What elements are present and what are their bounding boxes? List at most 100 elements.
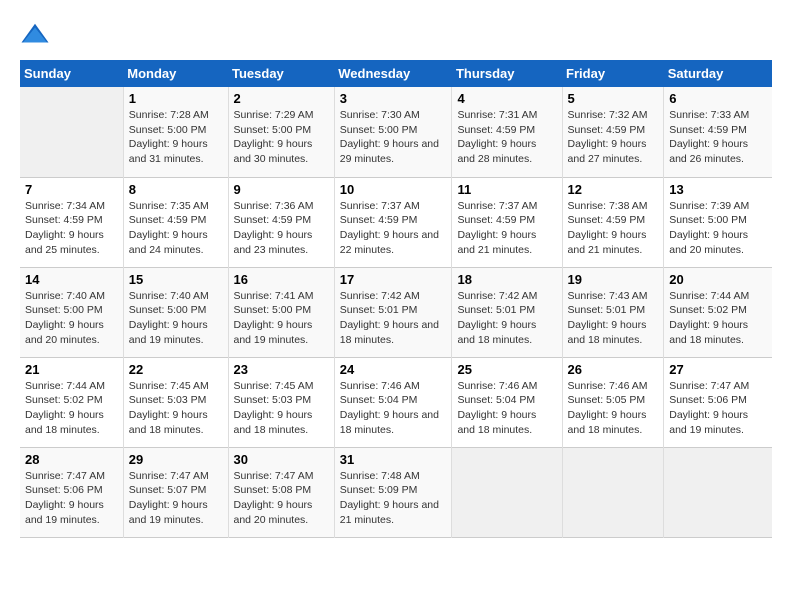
day-number: 13 (669, 182, 767, 197)
calendar-cell: 7 Sunrise: 7:34 AMSunset: 4:59 PMDaylight… (20, 177, 123, 267)
calendar-cell: 27Sunrise: 7:47 AMSunset: 5:06 PMDayligh… (664, 357, 772, 447)
weekday-header-cell: Sunday (20, 60, 123, 87)
day-info: Sunrise: 7:28 AMSunset: 5:00 PMDaylight:… (129, 108, 223, 167)
calendar-cell (20, 87, 123, 177)
calendar-cell: 6 Sunrise: 7:33 AMSunset: 4:59 PMDaylight… (664, 87, 772, 177)
day-info: Sunrise: 7:36 AMSunset: 4:59 PMDaylight:… (234, 199, 329, 258)
calendar-cell: 3 Sunrise: 7:30 AMSunset: 5:00 PMDaylight… (334, 87, 452, 177)
day-number: 29 (129, 452, 223, 467)
calendar-cell: 25Sunrise: 7:46 AMSunset: 5:04 PMDayligh… (452, 357, 562, 447)
page-header (20, 20, 772, 50)
day-number: 3 (340, 91, 447, 106)
day-info: Sunrise: 7:37 AMSunset: 4:59 PMDaylight:… (340, 199, 447, 258)
calendar-cell: 24 Sunrise: 7:46 AMSunset: 5:04 PMDayligh… (334, 357, 452, 447)
calendar-cell: 30 Sunrise: 7:47 AMSunset: 5:08 PMDayligh… (228, 447, 334, 537)
day-info: Sunrise: 7:35 AMSunset: 4:59 PMDaylight:… (129, 199, 223, 258)
weekday-header-cell: Saturday (664, 60, 772, 87)
day-number: 15 (129, 272, 223, 287)
day-number: 8 (129, 182, 223, 197)
day-info: Sunrise: 7:44 AMSunset: 5:02 PMDaylight:… (669, 289, 767, 348)
calendar-week-row: 28 Sunrise: 7:47 AMSunset: 5:06 PMDayligh… (20, 447, 772, 537)
day-number: 5 (568, 91, 659, 106)
day-number: 2 (234, 91, 329, 106)
day-info: Sunrise: 7:48 AMSunset: 5:09 PMDaylight:… (340, 469, 447, 528)
calendar-week-row: 21 Sunrise: 7:44 AMSunset: 5:02 PMDayligh… (20, 357, 772, 447)
day-number: 26 (568, 362, 659, 377)
day-number: 6 (669, 91, 767, 106)
calendar-cell: 15Sunrise: 7:40 AMSunset: 5:00 PMDayligh… (123, 267, 228, 357)
day-number: 18 (457, 272, 556, 287)
calendar-cell: 16 Sunrise: 7:41 AMSunset: 5:00 PMDayligh… (228, 267, 334, 357)
logo-icon (20, 20, 50, 50)
calendar-cell: 2 Sunrise: 7:29 AMSunset: 5:00 PMDaylight… (228, 87, 334, 177)
weekday-header-cell: Friday (562, 60, 664, 87)
day-number: 28 (25, 452, 118, 467)
calendar-cell: 22 Sunrise: 7:45 AMSunset: 5:03 PMDayligh… (123, 357, 228, 447)
day-info: Sunrise: 7:29 AMSunset: 5:00 PMDaylight:… (234, 108, 329, 167)
day-number: 16 (234, 272, 329, 287)
calendar-cell: 1Sunrise: 7:28 AMSunset: 5:00 PMDaylight… (123, 87, 228, 177)
day-info: Sunrise: 7:45 AMSunset: 5:03 PMDaylight:… (129, 379, 223, 438)
day-number: 25 (457, 362, 556, 377)
calendar-cell: 4Sunrise: 7:31 AMSunset: 4:59 PMDaylight… (452, 87, 562, 177)
day-info: Sunrise: 7:44 AMSunset: 5:02 PMDaylight:… (25, 379, 118, 438)
calendar-cell: 29 Sunrise: 7:47 AMSunset: 5:07 PMDayligh… (123, 447, 228, 537)
day-number: 23 (234, 362, 329, 377)
calendar-cell: 31 Sunrise: 7:48 AMSunset: 5:09 PMDayligh… (334, 447, 452, 537)
day-info: Sunrise: 7:42 AMSunset: 5:01 PMDaylight:… (457, 289, 556, 348)
day-info: Sunrise: 7:32 AMSunset: 4:59 PMDaylight:… (568, 108, 659, 167)
day-info: Sunrise: 7:46 AMSunset: 5:04 PMDaylight:… (340, 379, 447, 438)
calendar-cell: 14Sunrise: 7:40 AMSunset: 5:00 PMDayligh… (20, 267, 123, 357)
day-number: 10 (340, 182, 447, 197)
day-info: Sunrise: 7:47 AMSunset: 5:06 PMDaylight:… (25, 469, 118, 528)
day-info: Sunrise: 7:41 AMSunset: 5:00 PMDaylight:… (234, 289, 329, 348)
day-number: 12 (568, 182, 659, 197)
day-info: Sunrise: 7:34 AMSunset: 4:59 PMDaylight:… (25, 199, 118, 258)
calendar-cell (664, 447, 772, 537)
day-number: 4 (457, 91, 556, 106)
day-info: Sunrise: 7:43 AMSunset: 5:01 PMDaylight:… (568, 289, 659, 348)
calendar-cell: 26 Sunrise: 7:46 AMSunset: 5:05 PMDayligh… (562, 357, 664, 447)
day-info: Sunrise: 7:33 AMSunset: 4:59 PMDaylight:… (669, 108, 767, 167)
day-number: 22 (129, 362, 223, 377)
calendar-cell: 13Sunrise: 7:39 AMSunset: 5:00 PMDayligh… (664, 177, 772, 267)
calendar-cell: 8 Sunrise: 7:35 AMSunset: 4:59 PMDaylight… (123, 177, 228, 267)
day-number: 14 (25, 272, 118, 287)
weekday-header-row: SundayMondayTuesdayWednesdayThursdayFrid… (20, 60, 772, 87)
day-info: Sunrise: 7:45 AMSunset: 5:03 PMDaylight:… (234, 379, 329, 438)
day-number: 20 (669, 272, 767, 287)
calendar-cell: 18 Sunrise: 7:42 AMSunset: 5:01 PMDayligh… (452, 267, 562, 357)
calendar-week-row: 14Sunrise: 7:40 AMSunset: 5:00 PMDayligh… (20, 267, 772, 357)
day-info: Sunrise: 7:47 AMSunset: 5:08 PMDaylight:… (234, 469, 329, 528)
weekday-header-cell: Wednesday (334, 60, 452, 87)
day-info: Sunrise: 7:38 AMSunset: 4:59 PMDaylight:… (568, 199, 659, 258)
day-number: 31 (340, 452, 447, 467)
calendar-cell: 23 Sunrise: 7:45 AMSunset: 5:03 PMDayligh… (228, 357, 334, 447)
day-number: 19 (568, 272, 659, 287)
calendar-body: 1Sunrise: 7:28 AMSunset: 5:00 PMDaylight… (20, 87, 772, 537)
calendar-cell: 20 Sunrise: 7:44 AMSunset: 5:02 PMDayligh… (664, 267, 772, 357)
calendar-cell: 19 Sunrise: 7:43 AMSunset: 5:01 PMDayligh… (562, 267, 664, 357)
calendar-cell: 12 Sunrise: 7:38 AMSunset: 4:59 PMDayligh… (562, 177, 664, 267)
calendar-cell (452, 447, 562, 537)
calendar-cell: 21 Sunrise: 7:44 AMSunset: 5:02 PMDayligh… (20, 357, 123, 447)
day-info: Sunrise: 7:47 AMSunset: 5:07 PMDaylight:… (129, 469, 223, 528)
calendar-cell: 10 Sunrise: 7:37 AMSunset: 4:59 PMDayligh… (334, 177, 452, 267)
day-info: Sunrise: 7:46 AMSunset: 5:05 PMDaylight:… (568, 379, 659, 438)
calendar-cell: 11Sunrise: 7:37 AMSunset: 4:59 PMDayligh… (452, 177, 562, 267)
day-info: Sunrise: 7:30 AMSunset: 5:00 PMDaylight:… (340, 108, 447, 167)
logo (20, 20, 54, 50)
calendar-cell: 28 Sunrise: 7:47 AMSunset: 5:06 PMDayligh… (20, 447, 123, 537)
day-info: Sunrise: 7:47 AMSunset: 5:06 PMDaylight:… (669, 379, 767, 438)
weekday-header-cell: Thursday (452, 60, 562, 87)
day-number: 17 (340, 272, 447, 287)
day-number: 30 (234, 452, 329, 467)
day-number: 7 (25, 182, 118, 197)
day-number: 21 (25, 362, 118, 377)
weekday-header-cell: Tuesday (228, 60, 334, 87)
day-info: Sunrise: 7:42 AMSunset: 5:01 PMDaylight:… (340, 289, 447, 348)
calendar-week-row: 7 Sunrise: 7:34 AMSunset: 4:59 PMDaylight… (20, 177, 772, 267)
weekday-header-cell: Monday (123, 60, 228, 87)
day-number: 24 (340, 362, 447, 377)
calendar-week-row: 1Sunrise: 7:28 AMSunset: 5:00 PMDaylight… (20, 87, 772, 177)
